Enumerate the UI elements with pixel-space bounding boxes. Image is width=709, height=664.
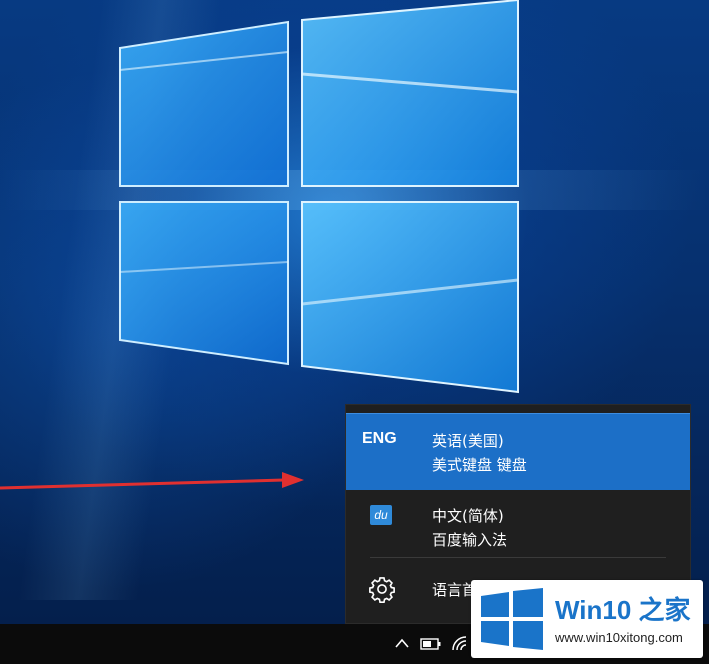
wifi-icon[interactable] [450,634,470,652]
language-item-english-us[interactable]: ENG 英语(美国) 美式键盘 键盘 [346,413,690,490]
watermark-url: www.win10xitong.com [555,630,683,645]
logo-pane-top-left [119,20,289,187]
logo-pane-top-right [301,0,519,187]
language-name: 英语(美国) [432,432,504,450]
battery-icon[interactable] [420,638,442,650]
language-name: 中文(简体) [432,507,504,525]
watermark-badge: Win10 之家 www.win10xitong.com [471,580,703,658]
input-method-name: 百度输入法 [432,531,508,549]
red-arrow-annotation [0,472,304,490]
logo-pane-bottom-right [301,201,519,394]
flyout-divider [370,557,666,558]
watermark-title: Win10 之家 [555,595,691,625]
chevron-up-icon[interactable] [394,636,410,650]
windows-logo-icon [481,588,543,650]
language-code: ENG [362,430,397,447]
logo-pane-bottom-left [119,201,289,366]
gear-icon [369,577,395,603]
baidu-ime-icon: du [370,505,392,525]
language-item-chinese-simplified[interactable]: du 中文(简体) 百度输入法 [346,489,690,565]
keyboard-layout: 美式键盘 键盘 [432,456,527,474]
